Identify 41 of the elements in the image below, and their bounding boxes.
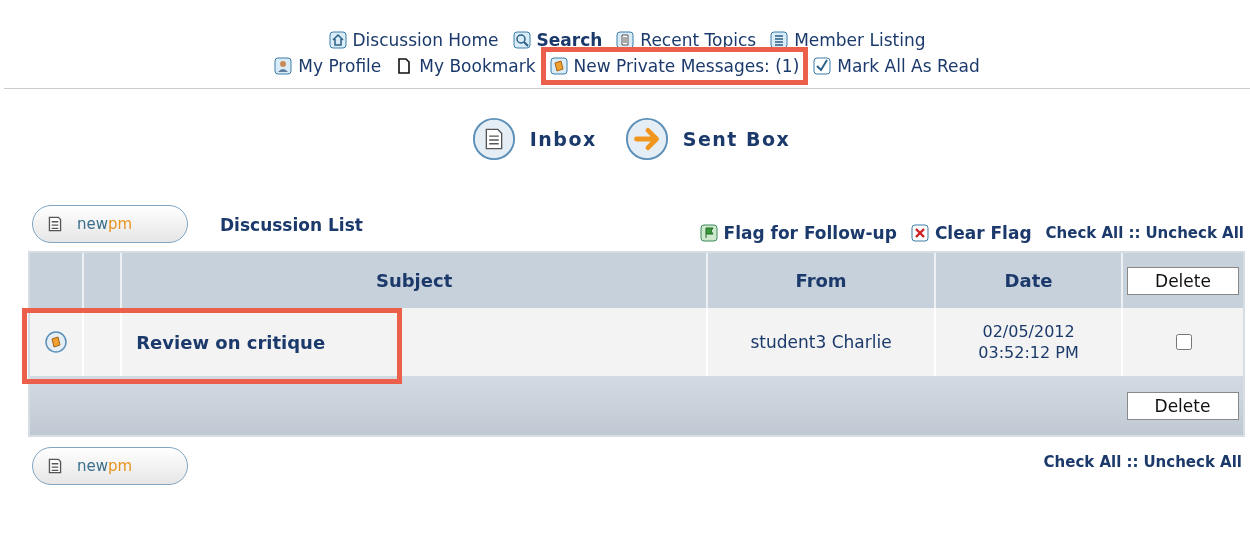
column-header: From <box>707 253 936 308</box>
separator: :: <box>1126 453 1139 471</box>
sender-cell: student3 Charlie <box>707 308 936 376</box>
nav-link[interactable]: Recent Topics <box>640 30 757 50</box>
mailbox-link[interactable]: Sent Box <box>682 128 791 150</box>
message-icon <box>549 57 568 75</box>
mailbox-link[interactable]: Inbox <box>529 128 597 150</box>
nav-link[interactable]: Search <box>536 30 603 50</box>
list-title: Discussion List <box>220 215 363 235</box>
home-icon <box>328 31 347 49</box>
nav-link[interactable]: My Profile <box>298 56 382 76</box>
check-all-link[interactable]: Check All <box>1045 224 1124 242</box>
close-icon <box>910 224 929 242</box>
search-icon <box>512 31 531 49</box>
nav-link[interactable]: Member Listing <box>794 30 926 50</box>
check-all-link[interactable]: Check All <box>1043 453 1122 471</box>
column-header: Date <box>935 253 1122 308</box>
nav-link[interactable]: My Bookmark <box>419 56 536 76</box>
nav-link[interactable]: Discussion Home <box>352 30 499 50</box>
delete-button[interactable]: Delete <box>1127 266 1239 295</box>
person-icon <box>274 57 293 75</box>
date-cell: 02/05/2012 03:52:12 PM <box>978 321 1079 363</box>
document-icon <box>616 31 635 49</box>
checkmark-icon <box>813 57 832 75</box>
nav-link[interactable]: New Private Messages: (1) <box>573 56 800 76</box>
new-message-button[interactable]: newpm <box>32 205 188 243</box>
uncheck-all-link[interactable]: Uncheck All <box>1143 453 1242 471</box>
uncheck-all-link[interactable]: Uncheck All <box>1145 224 1244 242</box>
action-link[interactable]: Flag for Follow-up <box>723 223 897 243</box>
select-checkbox[interactable] <box>1175 333 1192 350</box>
message-icon <box>44 331 67 353</box>
separator: :: <box>1128 224 1141 242</box>
action-link[interactable]: Clear Flag <box>934 223 1032 243</box>
message-subject-link[interactable]: Review on critique <box>136 331 326 353</box>
flag-icon <box>699 224 718 242</box>
column-header: Subject <box>121 253 707 308</box>
document-icon <box>471 117 516 161</box>
new-message-button[interactable]: newpm <box>32 447 188 485</box>
list-icon <box>770 31 789 49</box>
delete-button[interactable]: Delete <box>1126 391 1239 420</box>
nav-link[interactable]: Mark All As Read <box>837 56 980 76</box>
